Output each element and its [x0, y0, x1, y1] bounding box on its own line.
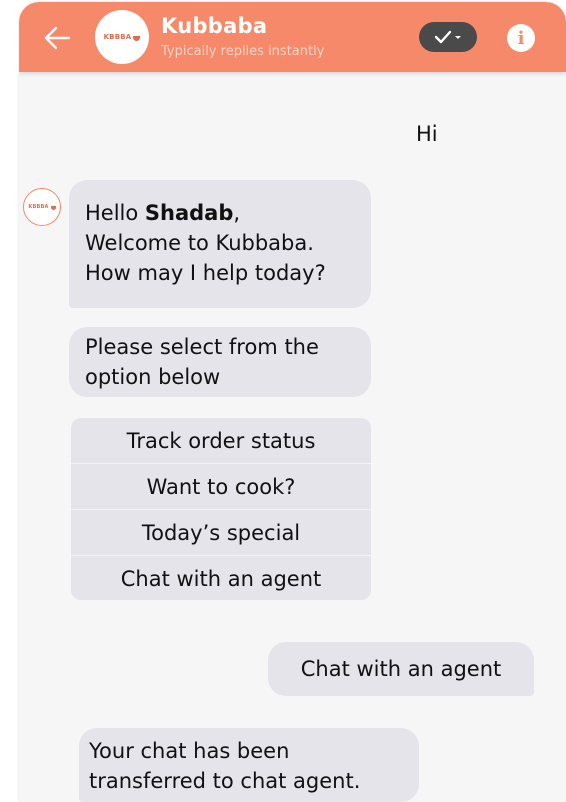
user-name: Shadab: [144, 201, 234, 225]
chat-header: KBBBA Kubbaba Typically replies instantl…: [19, 2, 566, 72]
option-label: Want to cook?: [146, 474, 296, 499]
info-icon: i: [517, 27, 525, 49]
user-message-hi: Hi: [416, 122, 438, 146]
back-button[interactable]: [41, 22, 73, 54]
user-choice-text: Chat with an agent: [300, 657, 502, 681]
greeting-comma: ,: [233, 201, 241, 225]
chat-window: KBBBA Kubbaba Typically replies instantl…: [19, 2, 566, 802]
bot-select-bubble: Please select from the option below: [69, 327, 371, 397]
option-want-to-cook[interactable]: Want to cook?: [71, 464, 371, 510]
logo-text: KBBBA: [103, 33, 132, 41]
option-label: Track order status: [126, 428, 316, 453]
bot-transfer-bubble: Your chat has been transferred to chat a…: [79, 728, 419, 802]
greeting-line-1: Hello Shadab,: [85, 198, 371, 228]
avatar-pot-icon: [50, 206, 56, 210]
brand-logo: KBBBA: [95, 10, 149, 64]
option-label: Today’s special: [141, 520, 301, 545]
option-label: Chat with an agent: [120, 566, 322, 591]
checkmark-dropdown-icon: [434, 30, 461, 44]
greeting-hello: Hello: [85, 201, 145, 225]
bot-avatar: KBBBA: [23, 188, 61, 226]
greeting-line-3: How may I help today?: [85, 261, 326, 285]
avatar-logo-text: KBBBA: [28, 204, 49, 210]
greeting-line-2: Welcome to Kubbaba.: [85, 231, 314, 255]
select-line-2: option below: [85, 365, 221, 389]
user-choice-bubble: Chat with an agent: [268, 642, 534, 696]
chat-title: Kubbaba: [161, 14, 268, 38]
bot-greeting-bubble: Hello Shadab, Welcome to Kubbaba. How ma…: [69, 180, 371, 308]
option-track-order[interactable]: Track order status: [71, 418, 371, 464]
chat-subtitle: Typically replies instantly: [161, 44, 325, 59]
resolve-dropdown-button[interactable]: [419, 22, 477, 52]
transfer-line-2: transferred to chat agent.: [89, 769, 361, 793]
back-arrow-icon: [44, 26, 71, 50]
transfer-line-1: Your chat has been: [89, 739, 290, 763]
info-button[interactable]: i: [507, 24, 535, 52]
option-todays-special[interactable]: Today’s special: [71, 510, 371, 556]
select-line-1: Please select from the: [85, 335, 319, 359]
pot-icon: [133, 35, 141, 41]
option-chat-with-agent[interactable]: Chat with an agent: [71, 556, 371, 600]
quick-reply-options: Track order status Want to cook? Today’s…: [71, 418, 371, 600]
